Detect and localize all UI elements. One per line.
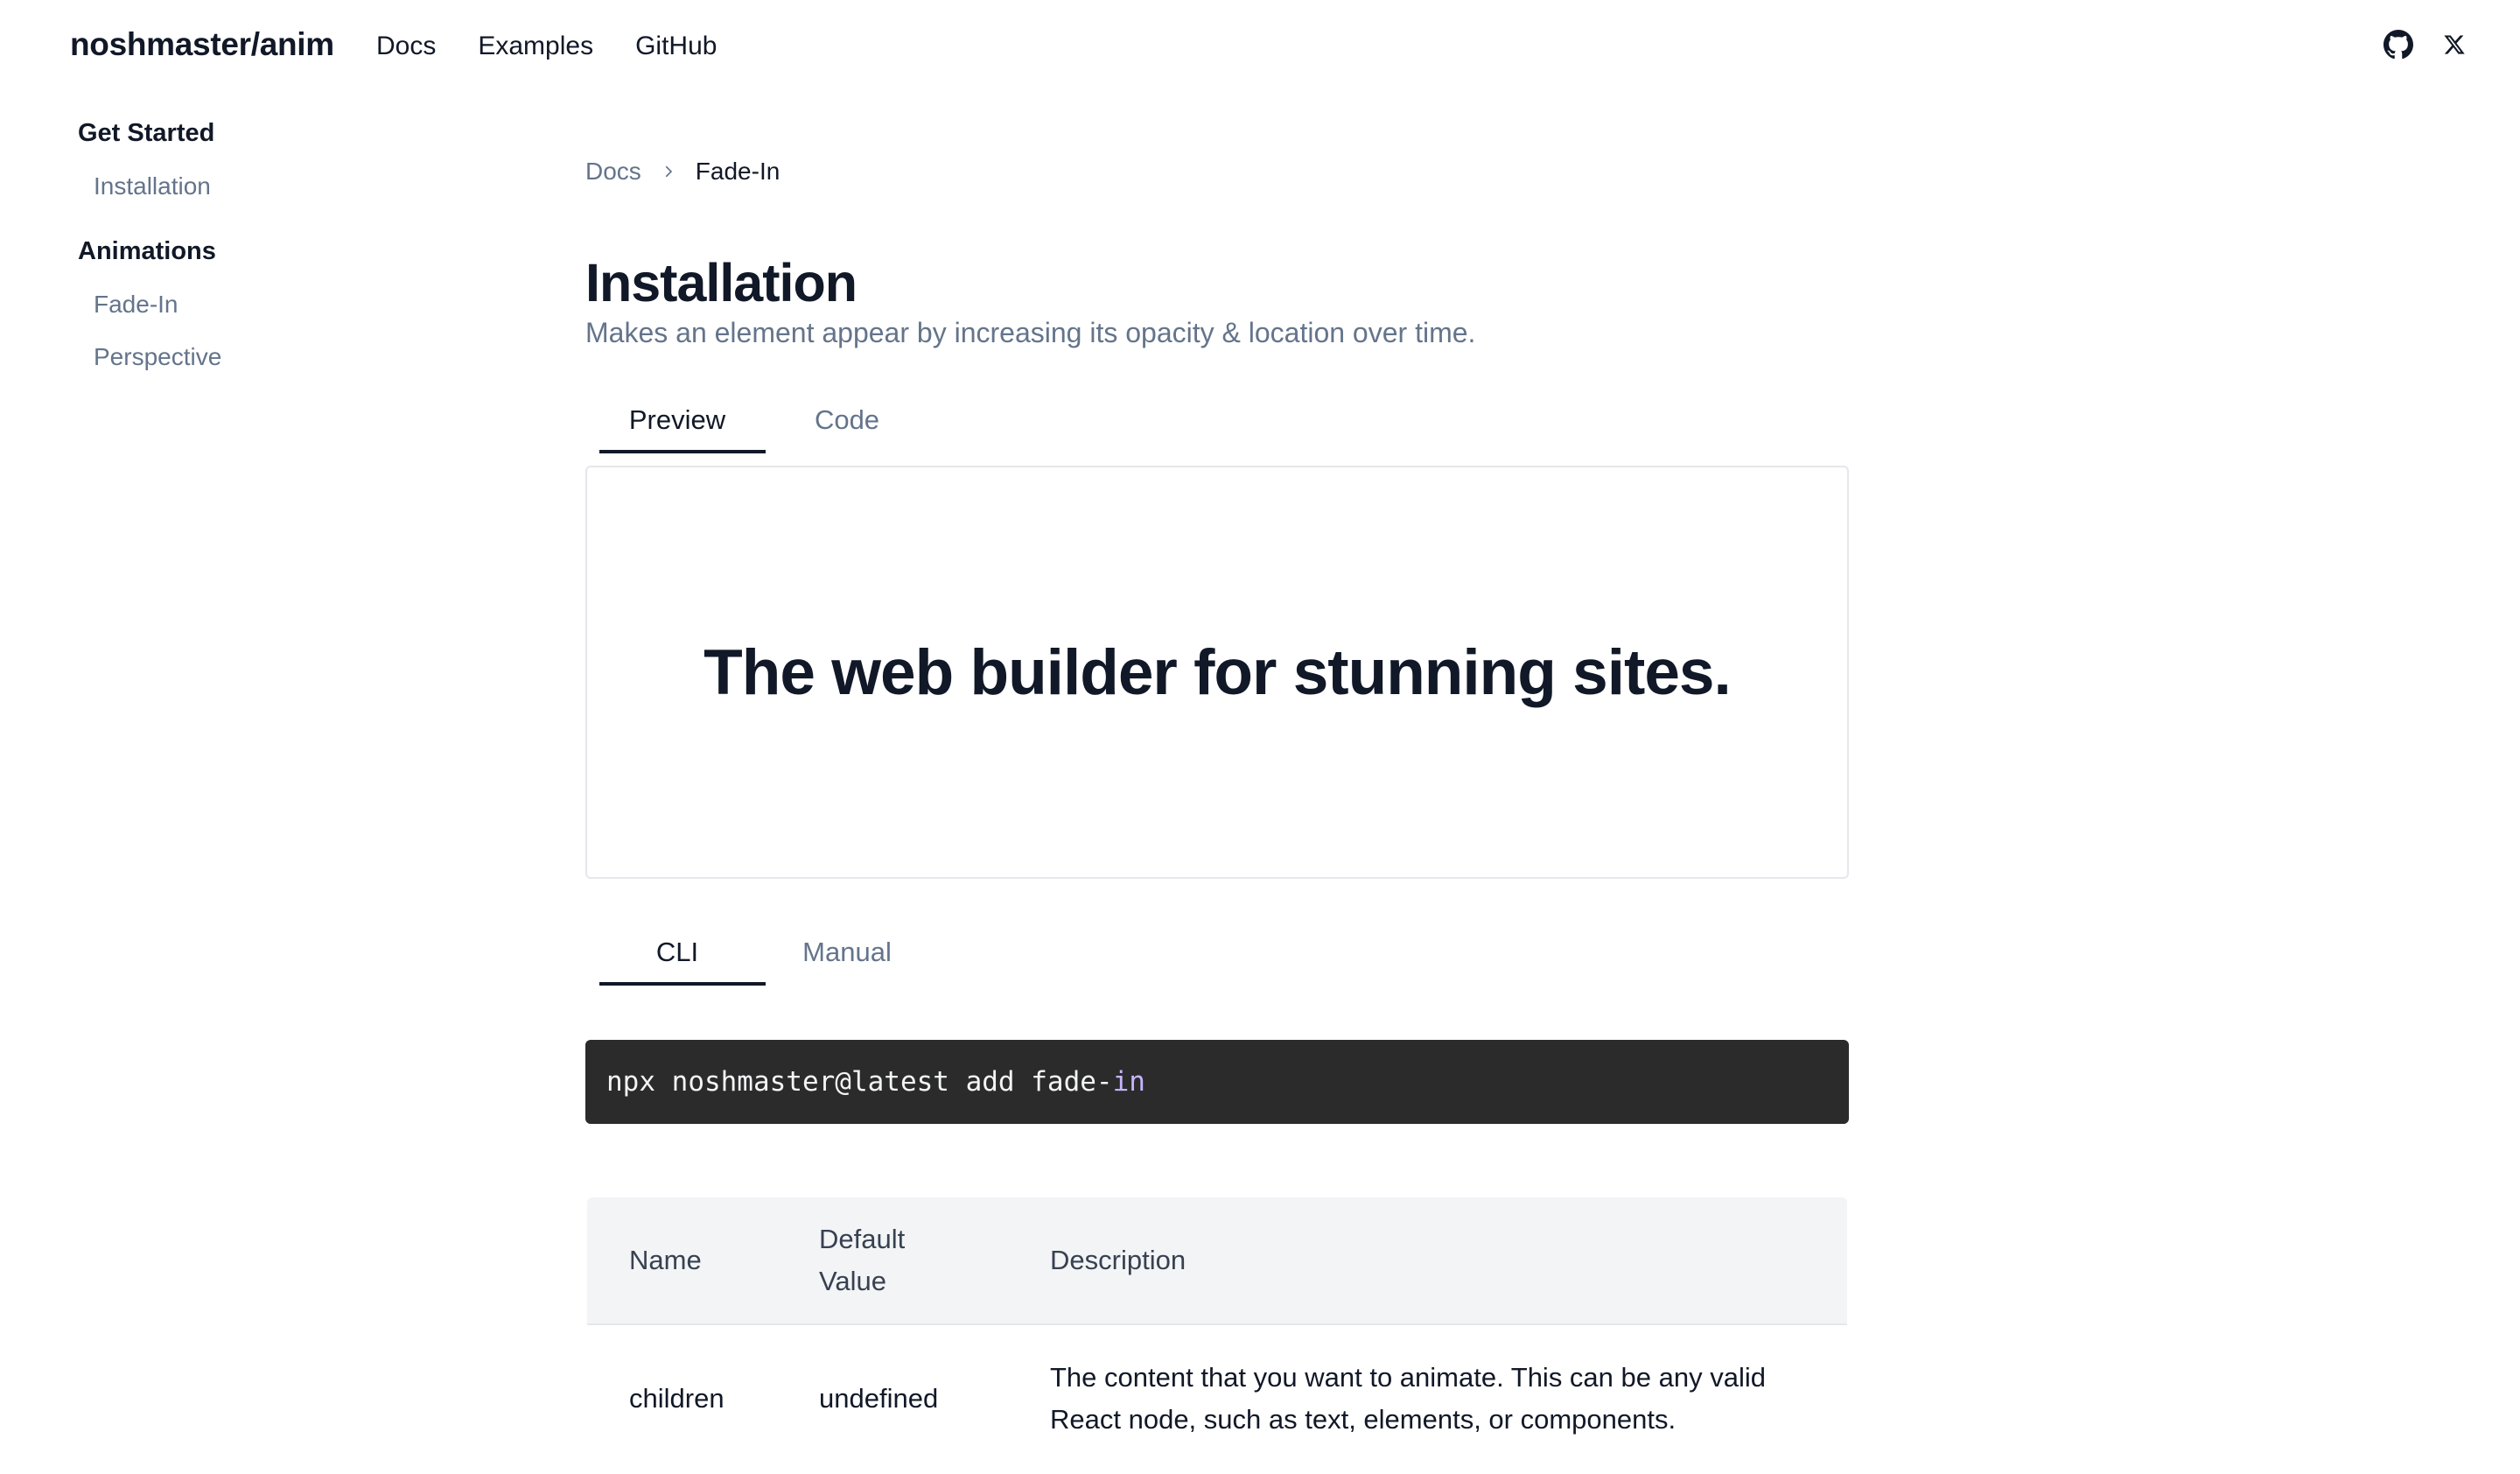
main-content: Docs Fade-In Installation Makes an eleme… [585,149,1849,1474]
column-header-default-value: Default Value [777,1197,1008,1325]
page-title: Installation [585,253,858,312]
tab-code[interactable]: Code [762,399,932,453]
cell-default-value: undefined [819,1383,939,1414]
brand-logo-text[interactable]: noshmaster/anim [70,26,334,63]
sidebar-item-fade-in[interactable]: Fade-In [78,291,445,319]
social-icons [2384,30,2466,60]
tab-preview[interactable]: Preview [592,399,766,453]
chevron-right-icon [661,164,676,179]
preview-heading: The web builder for stunning sites. [704,636,1732,708]
tab-manual[interactable]: Manual [762,931,932,986]
install-tabs: CLI Manual [585,931,1849,986]
sidebar-heading: Get Started [78,119,215,147]
table-header-row: Name Default Value Description [587,1197,1847,1325]
sidebar: Get Started Installation Animations Fade… [78,119,445,408]
command-text: npx noshmaster@latest add fade- [606,1066,1113,1098]
column-header-description: Description [1008,1197,1847,1325]
preview-tabs: Preview Code [585,399,1849,453]
props-table: Name Default Value Description children … [585,1196,1849,1474]
sidebar-group-get-started: Get Started Installation [78,119,445,200]
page-subtitle: Makes an element appear by increasing it… [585,317,1476,348]
nav-link-docs[interactable]: Docs [376,32,436,61]
x-icon[interactable] [2443,33,2466,56]
install-command-code-block[interactable]: npx noshmaster@latest add fade-in [585,1040,1849,1124]
github-icon[interactable] [2384,30,2413,60]
breadcrumb-current: Fade-In [695,158,780,185]
breadcrumb: Docs Fade-In [585,149,1849,194]
breadcrumb-docs[interactable]: Docs [585,158,641,186]
command-keyword: in [1112,1066,1145,1098]
cell-description: The content that you want to animate. Th… [1050,1362,1766,1435]
sidebar-group-animations: Animations Fade-In Perspective [78,237,445,371]
nav-link-github[interactable]: GitHub [635,32,717,61]
top-navigation-bar: noshmaster/anim Docs Examples GitHub [0,0,2520,95]
table-row: children undefined The content that you … [587,1324,1847,1472]
sidebar-item-installation[interactable]: Installation [78,172,445,200]
nav-link-examples[interactable]: Examples [478,32,593,61]
sidebar-heading: Animations [78,237,216,265]
sidebar-item-perspective[interactable]: Perspective [78,343,445,371]
preview-panel: The web builder for stunning sites. [585,466,1849,879]
column-header-name: Name [587,1197,777,1325]
cell-name: children [629,1383,724,1414]
tab-cli[interactable]: CLI [592,931,766,986]
top-nav: Docs Examples GitHub [376,32,717,61]
